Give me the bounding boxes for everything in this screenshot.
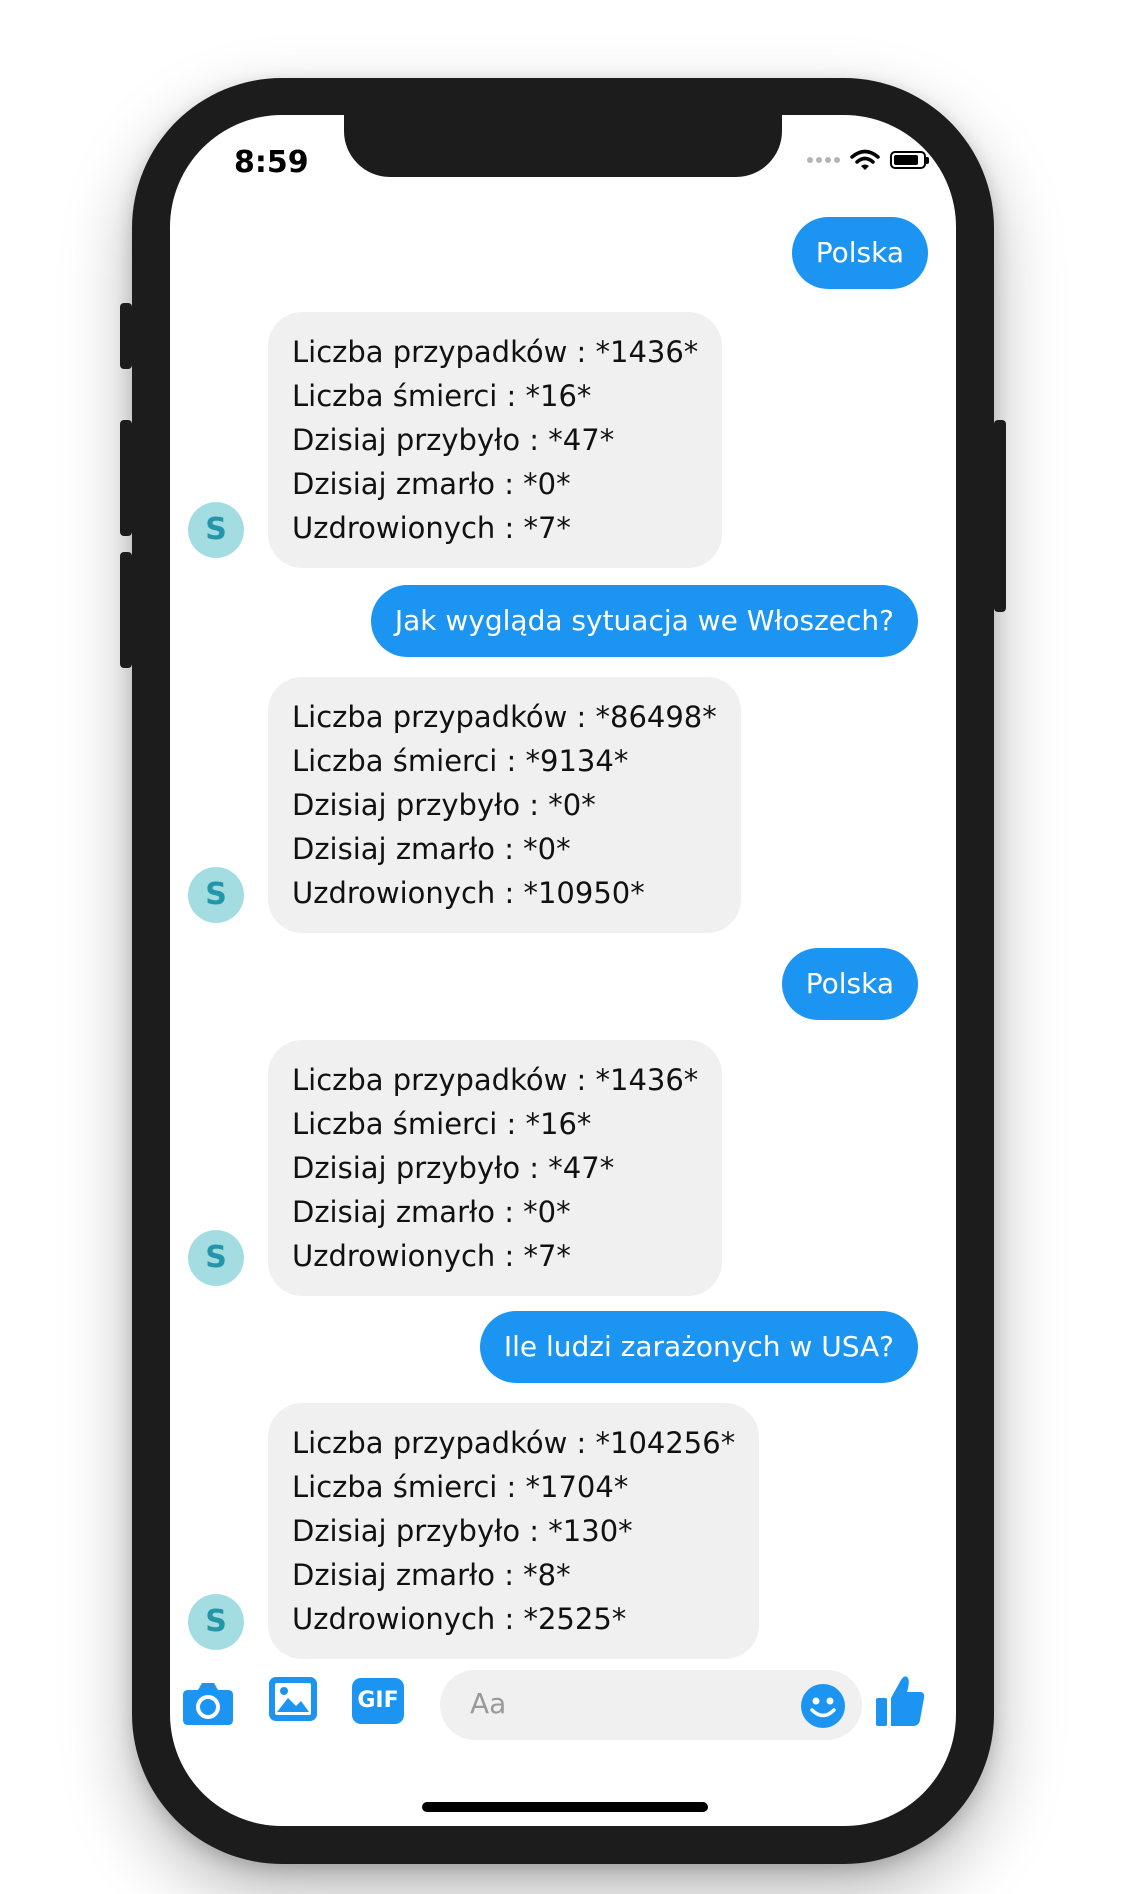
- power-button: [994, 420, 1006, 612]
- message-line: Liczba śmierci : *1704*: [292, 1470, 629, 1504]
- message-outgoing[interactable]: Ile ludzi zarażonych w USA?: [479, 1311, 918, 1383]
- message-line: Dzisiaj przybyło : *0*: [292, 788, 596, 822]
- message-incoming[interactable]: Liczba przypadków : *1436* Liczba śmierc…: [268, 312, 723, 568]
- avatar[interactable]: S: [188, 867, 244, 923]
- input-placeholder: Aa: [470, 1687, 507, 1720]
- thumbs-up-icon[interactable]: [874, 1674, 926, 1728]
- image-icon[interactable]: [268, 1676, 318, 1722]
- volume-up-button: [120, 420, 132, 536]
- message-line: Liczba przypadków : *1436*: [292, 335, 699, 369]
- message-line: Uzdrowionych : *10950*: [292, 876, 645, 910]
- message-line: Dzisiaj zmarło : *0*: [292, 1195, 571, 1229]
- home-indicator: [422, 1802, 708, 1812]
- message-incoming[interactable]: Liczba przypadków : *86498* Liczba śmier…: [268, 677, 741, 933]
- message-line: Liczba przypadków : *104256*: [292, 1426, 736, 1460]
- message-outgoing[interactable]: Jak wygląda sytuacja we Włoszech?: [370, 585, 918, 657]
- message-line: Liczba śmierci : *9134*: [292, 744, 629, 778]
- volume-down-button: [120, 552, 132, 668]
- message-line: Uzdrowionych : *7*: [292, 511, 571, 545]
- message-line: Uzdrowionych : *2525*: [292, 1602, 627, 1636]
- message-line: Liczba śmierci : *16*: [292, 379, 592, 413]
- avatar[interactable]: S: [188, 502, 244, 558]
- message-line: Dzisiaj zmarło : *0*: [292, 832, 571, 866]
- message-outgoing[interactable]: Polska: [791, 217, 928, 289]
- chat-thread: Polska Liczba przypadków : *1436* Liczba…: [170, 115, 956, 1826]
- gif-icon[interactable]: GIF: [352, 1678, 404, 1724]
- emoji-icon[interactable]: [800, 1683, 846, 1729]
- phone-screen: 8:59 Polska Liczba przypadków : *1436* L…: [170, 115, 956, 1826]
- message-line: Liczba śmierci : *16*: [292, 1107, 592, 1141]
- message-incoming[interactable]: Liczba przypadków : *104256* Liczba śmie…: [268, 1403, 760, 1659]
- mute-switch: [120, 303, 132, 369]
- message-incoming[interactable]: Liczba przypadków : *1436* Liczba śmierc…: [268, 1040, 723, 1296]
- message-line: Liczba przypadków : *86498*: [292, 700, 717, 734]
- message-line: Uzdrowionych : *7*: [292, 1239, 571, 1273]
- composer-bar: GIF Aa: [170, 1670, 956, 1770]
- message-line: Dzisiaj zmarło : *0*: [292, 467, 571, 501]
- message-line: Dzisiaj zmarło : *8*: [292, 1558, 571, 1592]
- message-line: Liczba przypadków : *1436*: [292, 1063, 699, 1097]
- message-line: Dzisiaj przybyło : *130*: [292, 1514, 633, 1548]
- message-line: Dzisiaj przybyło : *47*: [292, 1151, 615, 1185]
- avatar[interactable]: S: [188, 1230, 244, 1286]
- message-line: Dzisiaj przybyło : *47*: [292, 423, 615, 457]
- message-outgoing[interactable]: Polska: [781, 948, 918, 1020]
- message-input[interactable]: Aa: [440, 1670, 862, 1740]
- avatar[interactable]: S: [188, 1594, 244, 1650]
- camera-icon[interactable]: [182, 1680, 234, 1726]
